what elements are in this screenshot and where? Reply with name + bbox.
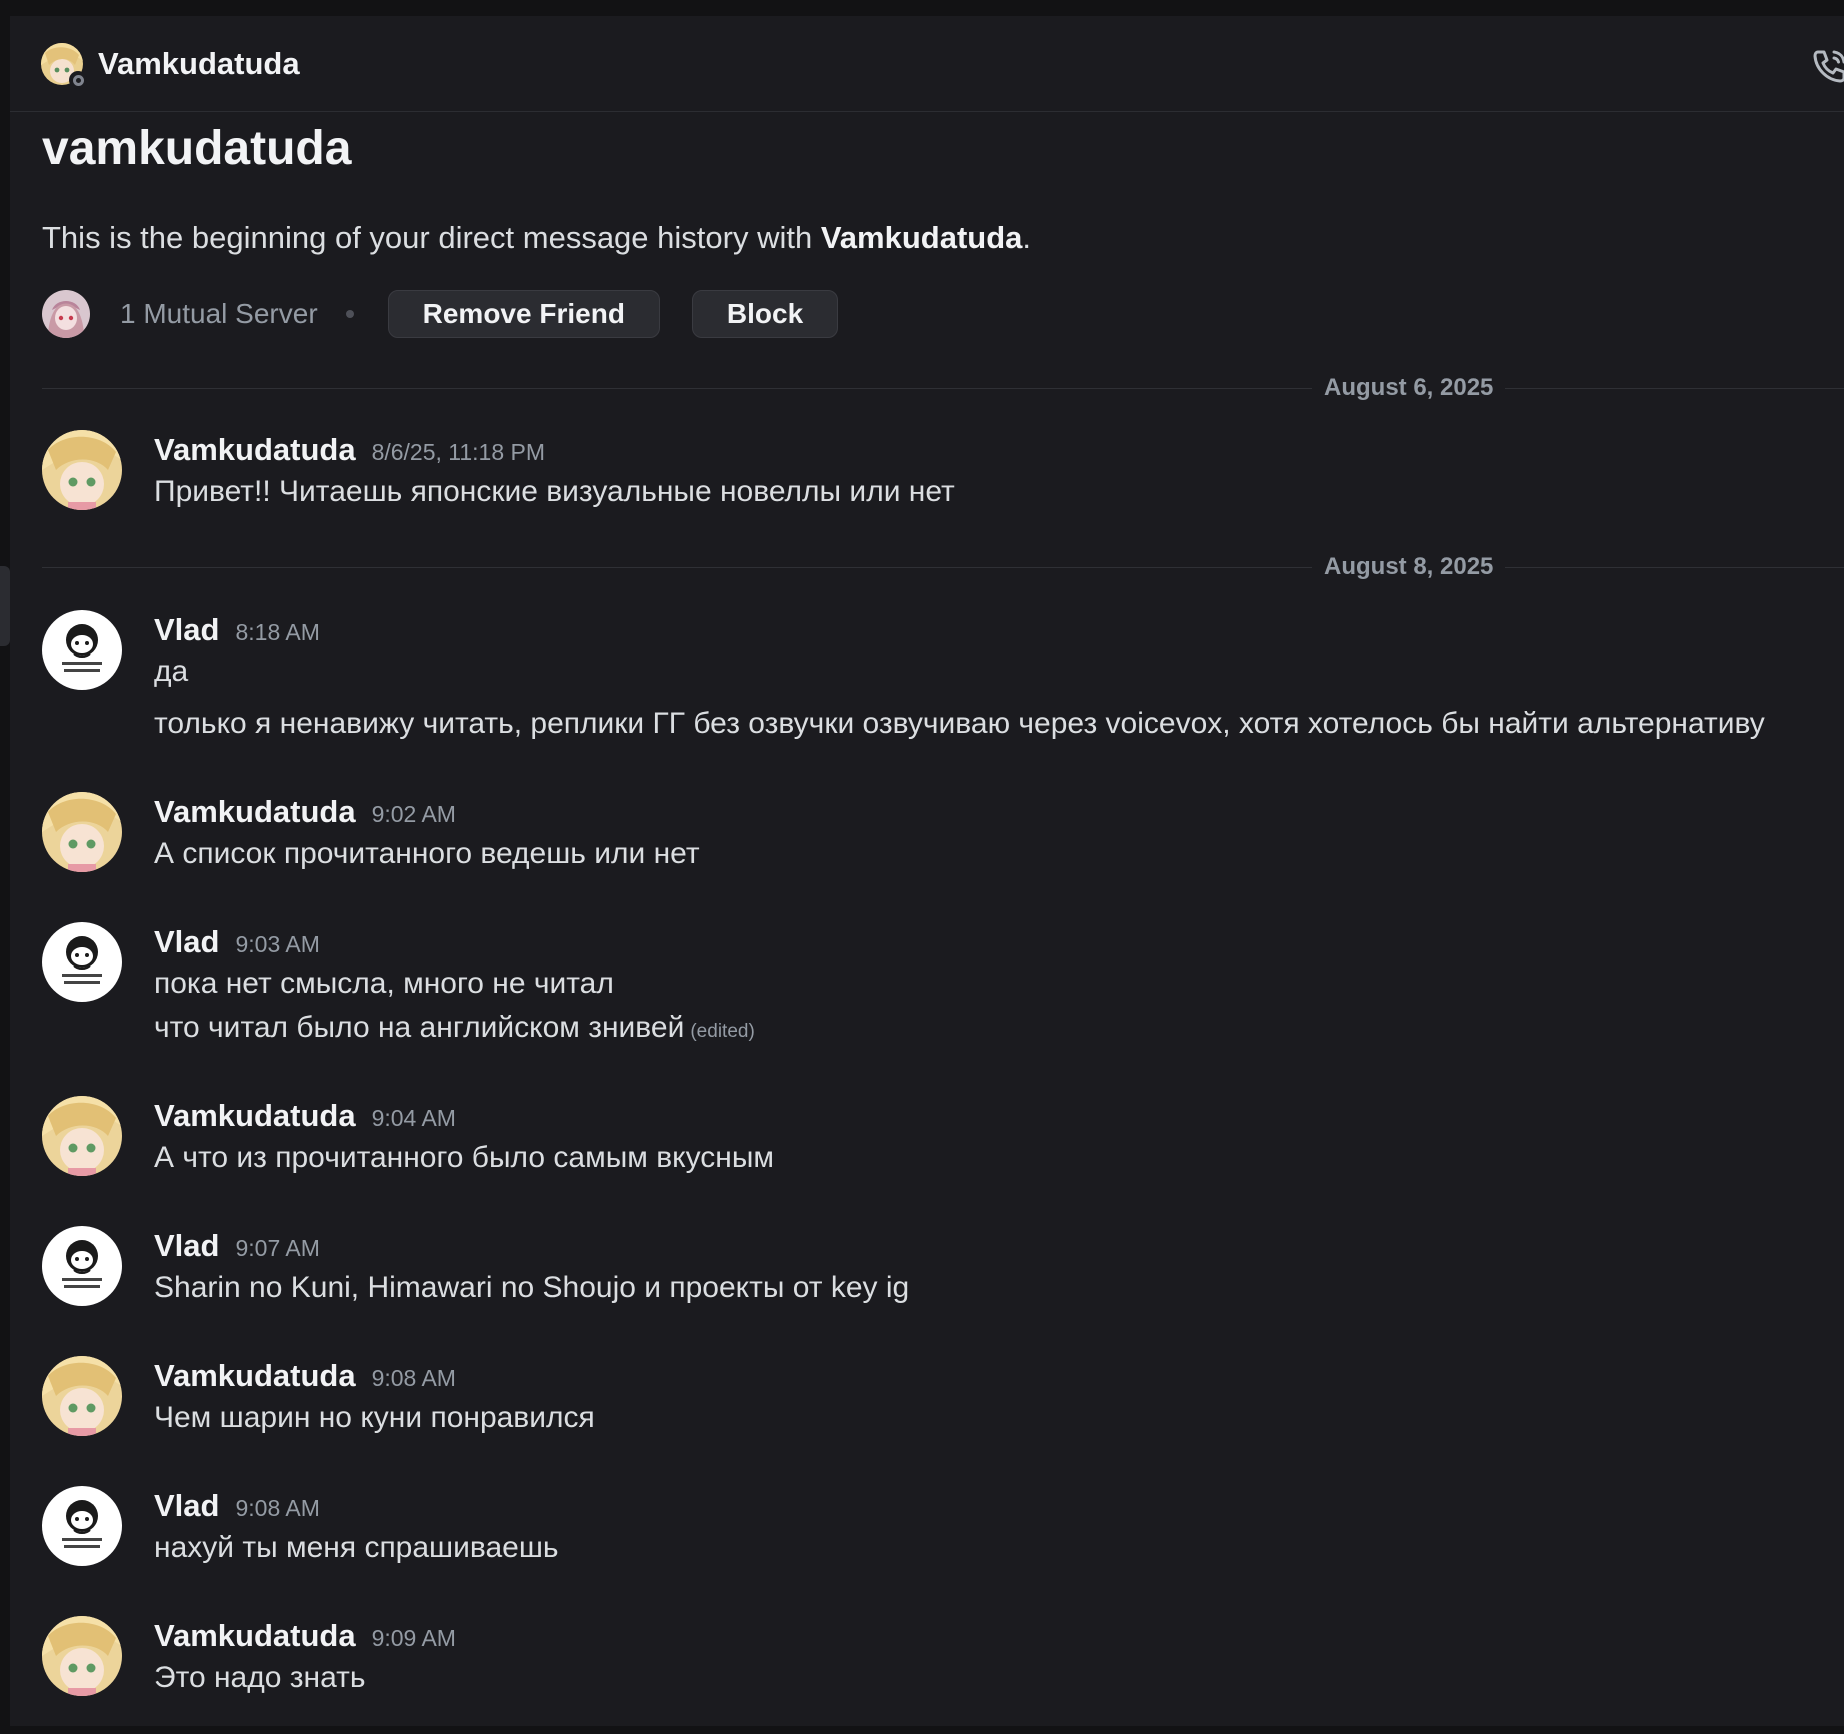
message-header: Vamkudatuda 8/6/25, 11:18 PM — [154, 430, 545, 470]
vamkudatuda-avatar[interactable] — [42, 1616, 122, 1696]
profile-username: vamkudatuda — [42, 122, 352, 175]
message-author[interactable]: Vlad — [154, 1226, 219, 1266]
vamkudatuda-avatar[interactable] — [42, 430, 122, 510]
message-header: Vamkudatuda 9:04 AM — [154, 1096, 456, 1136]
left-edge — [0, 16, 10, 1734]
message-header: Vamkudatuda 9:08 AM — [154, 1356, 456, 1396]
vamkudatuda-avatar[interactable] — [42, 1356, 122, 1436]
message-author[interactable]: Vlad — [154, 610, 219, 650]
message-timestamp: 9:08 AM — [235, 1495, 320, 1521]
vamkudatuda-avatar[interactable] — [42, 792, 122, 872]
message-text: Sharin no Kuni, Himawari no Shoujo и про… — [154, 1271, 910, 1304]
vlad-avatar[interactable] — [42, 922, 122, 1002]
message-timestamp: 8/6/25, 11:18 PM — [371, 439, 546, 465]
message-header: Vlad 9:07 AM — [154, 1226, 320, 1266]
header-title: Vamkudatuda — [98, 46, 300, 81]
sidebar-handle[interactable] — [0, 566, 10, 646]
message-timestamp: 9:04 AM — [371, 1105, 456, 1131]
message-header: Vamkudatuda 9:02 AM — [154, 792, 456, 832]
message-text: А что из прочитанного было самым вкусным — [154, 1141, 775, 1174]
message-text: Чем шарин но куни понравился — [154, 1401, 595, 1434]
message-timestamp: 9:03 AM — [235, 931, 320, 957]
bottom-bar — [0, 1726, 1844, 1734]
header-avatar[interactable] — [41, 43, 87, 89]
message-text: пока нет смысла, много не читал — [154, 967, 614, 1000]
top-bar — [0, 0, 1844, 16]
message-author[interactable]: Vamkudatuda — [154, 1096, 356, 1136]
date-label: August 6, 2025 — [1312, 373, 1506, 403]
divider-line — [42, 567, 1844, 568]
vlad-avatar[interactable] — [42, 610, 122, 690]
dm-intro-text: This is the beginning of your direct mes… — [42, 216, 1031, 260]
message-header: Vlad 8:18 AM — [154, 610, 320, 650]
message-author[interactable]: Vamkudatuda — [154, 1356, 356, 1396]
message-author[interactable]: Vamkudatuda — [154, 792, 356, 832]
date-divider: August 8, 2025 — [42, 552, 1844, 582]
message-timestamp: 9:02 AM — [371, 801, 456, 827]
message-text: нахуй ты меня спрашиваешь — [154, 1531, 559, 1564]
message-text: Это надо знать — [154, 1661, 366, 1694]
date-label: August 8, 2025 — [1312, 552, 1506, 582]
message-timestamp: 9:07 AM — [235, 1235, 320, 1261]
vlad-avatar[interactable] — [42, 1226, 122, 1306]
message-text: А список прочитанного ведешь или нет — [154, 837, 700, 870]
mutual-server-icon[interactable] — [42, 290, 90, 338]
message-author[interactable]: Vlad — [154, 922, 219, 962]
vlad-avatar[interactable] — [42, 1486, 122, 1566]
phone-call-icon[interactable] — [1810, 46, 1844, 86]
edited-label: (edited) — [690, 1021, 755, 1042]
offline-status-icon — [69, 71, 87, 89]
message-author[interactable]: Vamkudatuda — [154, 430, 356, 470]
intro-name: Vamkudatuda — [820, 220, 1023, 255]
remove-friend-button[interactable]: Remove Friend — [387, 290, 660, 338]
message-author[interactable]: Vlad — [154, 1486, 219, 1526]
message-header: Vlad 9:03 AM — [154, 922, 320, 962]
date-divider: August 6, 2025 — [42, 373, 1844, 403]
message-text: Привет!! Читаешь японские визуальные нов… — [154, 475, 955, 508]
mutual-servers-link[interactable]: 1 Mutual Server — [120, 298, 318, 330]
message-text: что читал было на английском знивей — [154, 1011, 685, 1044]
intro-suffix: . — [1022, 220, 1032, 255]
message-author[interactable]: Vamkudatuda — [154, 1616, 356, 1656]
separator-dot — [345, 310, 354, 318]
message-text-row: что читал было на английском знивей (edit… — [154, 1006, 755, 1054]
message-header: Vlad 9:08 AM — [154, 1486, 320, 1526]
mutual-row: 1 Mutual Server Remove Friend Block — [42, 288, 839, 340]
channel-header: Vamkudatuda — [10, 16, 1844, 112]
message-timestamp: 9:09 AM — [371, 1625, 456, 1651]
message-text: только я ненавижу читать, реплики ГГ без… — [154, 707, 1765, 740]
vamkudatuda-avatar[interactable] — [42, 1096, 122, 1176]
block-button[interactable]: Block — [691, 290, 839, 338]
message-text: да — [154, 655, 189, 688]
dm-window: Vamkudatuda vamkudatuda This is the begi… — [0, 0, 1844, 1734]
message-header: Vamkudatuda 9:09 AM — [154, 1616, 456, 1656]
intro-prefix: This is the beginning of your direct mes… — [42, 220, 821, 255]
message-timestamp: 9:08 AM — [371, 1365, 456, 1391]
divider-line — [42, 388, 1844, 389]
message-timestamp: 8:18 AM — [235, 619, 320, 645]
